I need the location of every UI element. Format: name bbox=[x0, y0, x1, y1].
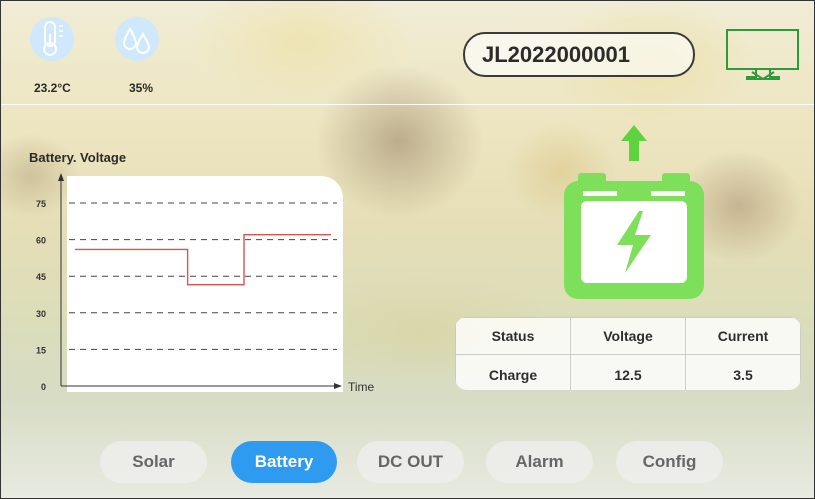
table-row: Charge 12.5 3.5 bbox=[455, 354, 801, 390]
tab-dc-out[interactable]: DC OUT bbox=[357, 441, 464, 483]
table-header-voltage: Voltage bbox=[570, 317, 686, 355]
arrow-up-icon bbox=[621, 125, 647, 161]
x-axis-arrow bbox=[334, 383, 342, 389]
current-value: 3.5 bbox=[685, 354, 801, 390]
table-header-current: Current bbox=[685, 317, 801, 355]
tab-config[interactable]: Config bbox=[616, 441, 723, 483]
battery-charging-icon bbox=[564, 125, 704, 299]
y-tick-label: 60 bbox=[36, 236, 46, 246]
tab-battery[interactable]: Battery bbox=[231, 441, 337, 483]
y-tick-label: 0 bbox=[41, 382, 46, 392]
y-axis-arrow bbox=[58, 173, 64, 181]
tab-solar[interactable]: Solar bbox=[100, 441, 207, 483]
main-screen: 23.2°C 35% JL2022000001 Battery. Voltage… bbox=[0, 0, 815, 499]
voltage-value: 12.5 bbox=[570, 354, 686, 390]
tab-alarm[interactable]: Alarm bbox=[486, 441, 593, 483]
monitor-icon[interactable] bbox=[725, 28, 801, 86]
x-axis-label: Time bbox=[348, 380, 375, 394]
table-header-status: Status bbox=[455, 317, 571, 355]
device-id-display: JL2022000001 bbox=[463, 32, 695, 77]
y-tick-label: 30 bbox=[36, 309, 46, 319]
y-tick-label: 75 bbox=[36, 199, 46, 209]
y-tick-label: 45 bbox=[36, 272, 46, 282]
status-value: Charge bbox=[455, 354, 571, 390]
voltage-chart: Time 75 60 45 30 15 0 bbox=[36, 173, 375, 394]
y-tick-label: 15 bbox=[36, 345, 46, 355]
voltage-series-line bbox=[75, 233, 331, 286]
status-table: Status Voltage Current Charge 12.5 3.5 bbox=[455, 317, 801, 390]
